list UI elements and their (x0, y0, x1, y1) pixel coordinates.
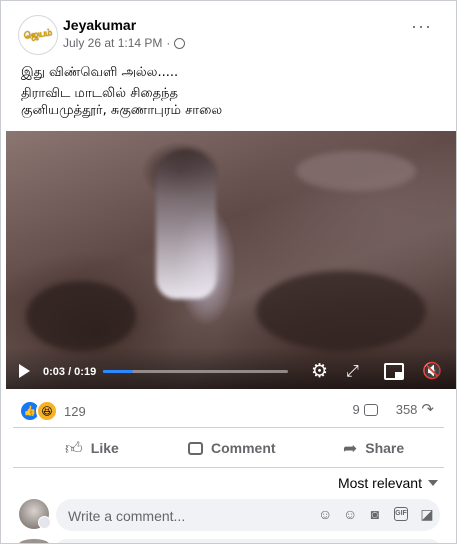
avatar-sticker-icon[interactable]: ☺ (318, 507, 332, 521)
share-label: Share (365, 440, 405, 456)
post-card: ஜெயம் Jeyakumar July 26 at 1:14 PM · ···… (0, 0, 457, 544)
post-text-line: திராவிட மாடலில் சிதைந்த (21, 86, 178, 101)
video-frame-detail (26, 281, 136, 351)
thumbs-up-icon: 👍︎ (65, 438, 83, 458)
comment-input[interactable] (66, 499, 310, 533)
more-options-icon[interactable]: ··· (411, 17, 432, 35)
camera-icon[interactable]: ◙ (368, 507, 382, 521)
comment-icon (188, 441, 203, 455)
play-icon[interactable] (19, 364, 30, 378)
picture-in-picture-icon[interactable] (384, 363, 404, 380)
user-avatar[interactable] (19, 499, 51, 529)
meta-separator: · (166, 36, 171, 50)
divider (13, 427, 444, 428)
like-label: Like (90, 440, 119, 456)
next-comment-avatar (19, 539, 49, 543)
share-count[interactable]: 358 (396, 402, 418, 417)
reaction-count: 129 (64, 403, 86, 419)
video-controls: 0:03 / 0:19 ⚙ ⤢ 🔇 (6, 347, 456, 389)
expand-icon[interactable]: ⤢ (346, 363, 359, 381)
comment-bubble-icon (363, 403, 378, 416)
comment-button[interactable]: Comment (188, 437, 276, 459)
video-frame-detail (256, 271, 426, 351)
post-meta: July 26 at 1:14 PM · (63, 36, 186, 50)
share-icon: ➦ (343, 438, 358, 458)
video-time: 0:03 / 0:19 (43, 366, 97, 378)
gear-icon[interactable]: ⚙ (311, 362, 328, 381)
post-text: இது விண்வெளி அல்ல..... திராவிட மாடலில் ச… (21, 64, 222, 119)
like-button[interactable]: 👍︎ Like (65, 437, 119, 459)
video-progress-fill (103, 370, 133, 373)
share-arrow-icon: ↷ (421, 400, 434, 418)
gif-icon[interactable]: GIF (394, 507, 408, 521)
reaction-summary[interactable]: 👍 😆 129 (19, 400, 86, 422)
post-text-line: இது விண்வெளி அல்ல..... (21, 65, 179, 80)
post-text-line: குனியமுத்தூர், சுகுணாபுரம் சாலை (21, 103, 223, 118)
comment-count[interactable]: 9 (352, 402, 359, 417)
chevron-down-icon (428, 480, 438, 486)
post-timestamp[interactable]: July 26 at 1:14 PM (63, 36, 162, 50)
comment-sort-dropdown[interactable]: Most relevant (338, 475, 438, 491)
comment-box[interactable]: ☺ ☺ ◙ GIF ◪ (56, 499, 440, 533)
video-frame-detail (296, 151, 416, 191)
globe-icon (174, 37, 186, 49)
engagement-counts: 9 358 ↷ (352, 400, 434, 418)
emoji-icon[interactable]: ☺ (343, 507, 357, 521)
volume-muted-icon[interactable]: 🔇 (422, 363, 442, 381)
share-button[interactable]: ➦ Share (343, 437, 404, 459)
video-progress-bar[interactable] (103, 370, 288, 373)
page-logo: ஜெயம் (23, 27, 53, 42)
comment-sort-label: Most relevant (337, 475, 422, 491)
haha-reaction-icon: 😆 (36, 400, 58, 422)
post-author[interactable]: Jeyakumar (63, 17, 136, 33)
divider (13, 467, 444, 468)
next-comment-bubble (56, 539, 440, 543)
video-frame-subject (156, 149, 216, 299)
comment-label: Comment (211, 440, 276, 456)
page-avatar[interactable]: ஜெயம் (18, 15, 58, 55)
sticker-icon[interactable]: ◪ (420, 507, 434, 521)
video-player[interactable]: 0:03 / 0:19 ⚙ ⤢ 🔇 (6, 131, 456, 389)
